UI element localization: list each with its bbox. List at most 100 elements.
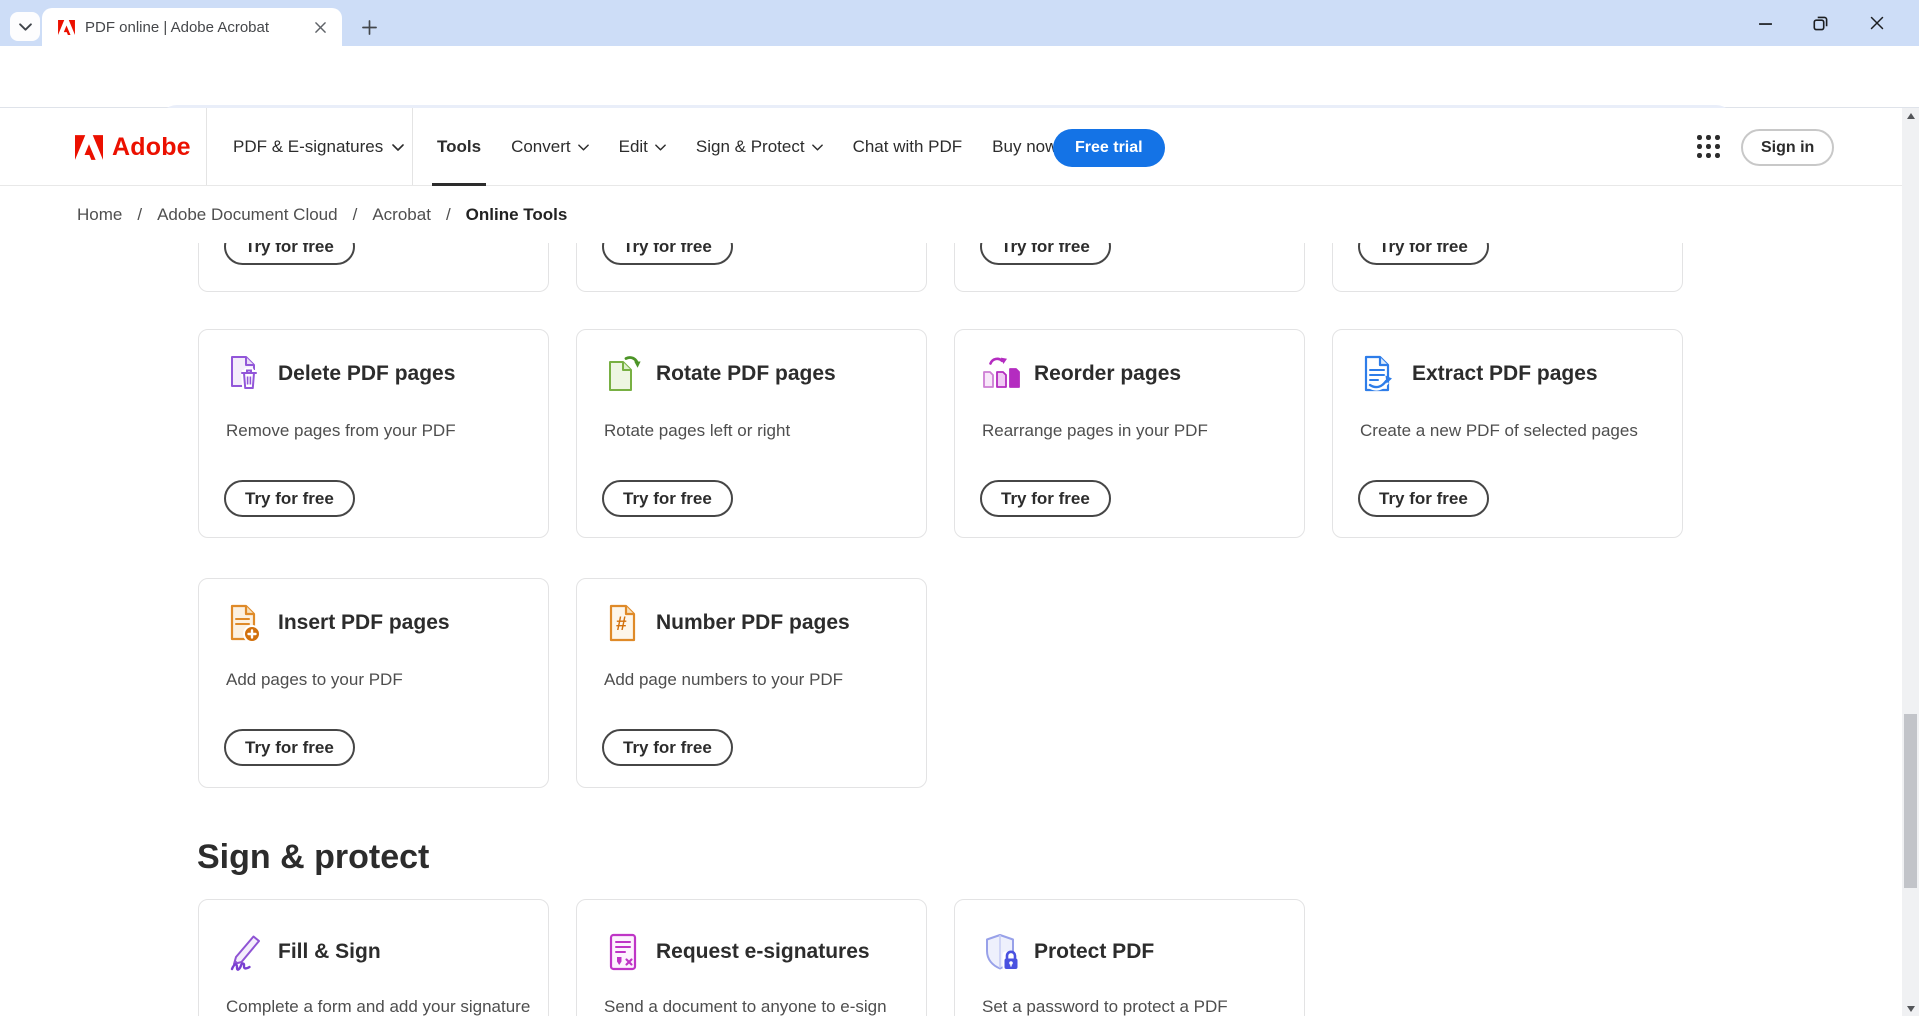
close-icon xyxy=(1870,16,1884,30)
tab-title: PDF online | Adobe Acrobat xyxy=(85,19,310,36)
try-for-free-button[interactable]: Try for free xyxy=(602,243,733,265)
adobe-logo-icon xyxy=(75,135,103,160)
protect-shield-lock-icon xyxy=(981,932,1021,972)
tool-card-number-pdf-pages[interactable]: # Number PDF pages Add page numbers to y… xyxy=(576,578,927,788)
card-description: Set a password to protect a PDF xyxy=(982,997,1228,1016)
card-description: Create a new PDF of selected pages xyxy=(1360,421,1638,441)
tool-card-delete-pdf-pages[interactable]: Delete PDF pages Remove pages from your … xyxy=(198,329,549,538)
tab-search-button[interactable] xyxy=(10,12,40,41)
restore-icon xyxy=(1813,16,1828,31)
new-tab-button[interactable] xyxy=(356,14,382,40)
browser-toolbar: adobe.com/acrobat/online.html xyxy=(0,46,1919,108)
card-title: Rotate PDF pages xyxy=(656,362,836,386)
tool-card-request-e-signatures[interactable]: Request e-signatures Send a document to … xyxy=(576,899,927,1016)
tool-card-clipped[interactable]: Try for free xyxy=(954,243,1305,292)
browser-tab[interactable]: PDF online | Adobe Acrobat xyxy=(42,8,342,46)
tool-card-rotate-pdf-pages[interactable]: Rotate PDF pages Rotate pages left or ri… xyxy=(576,329,927,538)
insert-page-icon xyxy=(225,603,265,643)
tool-card-clipped[interactable]: Try for free xyxy=(1332,243,1683,292)
page-scrollbar[interactable] xyxy=(1902,108,1919,1016)
try-for-free-button[interactable]: Try for free xyxy=(602,480,733,517)
adobe-logo[interactable]: Adobe xyxy=(75,108,191,186)
card-description: Add page numbers to your PDF xyxy=(604,670,843,690)
card-description: Send a document to anyone to e-sign xyxy=(604,997,887,1016)
card-title: Reorder pages xyxy=(1034,362,1181,386)
breadcrumb-home[interactable]: Home xyxy=(77,205,122,225)
try-for-free-button[interactable]: Try for free xyxy=(1358,243,1489,265)
scrollbar-thumb[interactable] xyxy=(1904,714,1917,888)
page-content: Adobe PDF & E-signatures Tools Convert E… xyxy=(0,108,1902,1016)
tool-card-clipped[interactable]: Try for free xyxy=(198,243,549,292)
card-description: Add pages to your PDF xyxy=(226,670,403,690)
main-nav: Tools Convert Edit Sign & Protect Chat w… xyxy=(437,108,1057,186)
try-for-free-button[interactable]: Try for free xyxy=(602,729,733,766)
delete-page-icon xyxy=(225,354,265,394)
nav-item-tools[interactable]: Tools xyxy=(437,108,481,186)
chevron-down-icon xyxy=(19,23,32,31)
try-for-free-button[interactable]: Try for free xyxy=(224,480,355,517)
scroll-up-arrow[interactable] xyxy=(1902,108,1919,123)
extract-page-icon xyxy=(1359,354,1399,394)
breadcrumb-online-tools: Online Tools xyxy=(466,205,568,225)
nav-item-convert[interactable]: Convert xyxy=(511,108,589,186)
breadcrumb: Home / Adobe Document Cloud / Acrobat / … xyxy=(0,186,1902,243)
try-for-free-button[interactable]: Try for free xyxy=(224,243,355,265)
nav-item-edit[interactable]: Edit xyxy=(619,108,666,186)
window-restore-button[interactable] xyxy=(1799,2,1841,44)
adobe-logo-text: Adobe xyxy=(112,133,191,162)
card-description: Complete a form and add your signature xyxy=(226,997,530,1016)
card-head: Reorder pages xyxy=(981,354,1181,394)
product-menu[interactable]: PDF & E-signatures xyxy=(233,108,404,186)
try-for-free-button[interactable]: Try for free xyxy=(224,729,355,766)
card-head: Extract PDF pages xyxy=(1359,354,1598,394)
chevron-down-icon xyxy=(578,144,589,151)
scroll-down-arrow[interactable] xyxy=(1902,1001,1919,1016)
svg-text:#: # xyxy=(616,614,627,635)
tab-close-icon[interactable] xyxy=(310,17,330,37)
card-title: Number PDF pages xyxy=(656,611,850,635)
breadcrumb-acrobat[interactable]: Acrobat xyxy=(372,205,431,225)
nav-item-chat-with-pdf[interactable]: Chat with PDF xyxy=(853,108,963,186)
window-close-button[interactable] xyxy=(1856,2,1898,44)
tab-strip: PDF online | Adobe Acrobat xyxy=(0,0,1919,46)
card-title: Insert PDF pages xyxy=(278,611,450,635)
card-description: Rearrange pages in your PDF xyxy=(982,421,1208,441)
card-description: Rotate pages left or right xyxy=(604,421,790,441)
breadcrumb-adobe-document-cloud[interactable]: Adobe Document Cloud xyxy=(157,205,338,225)
card-head: Rotate PDF pages xyxy=(603,354,836,394)
card-title: Delete PDF pages xyxy=(278,362,455,386)
card-head: Insert PDF pages xyxy=(225,603,450,643)
window-minimize-button[interactable] xyxy=(1744,2,1786,44)
request-esignatures-icon xyxy=(603,932,643,972)
browser-window: PDF online | Adobe Acrobat xyxy=(0,0,1919,1016)
site-header: Adobe PDF & E-signatures Tools Convert E… xyxy=(0,108,1902,186)
tool-card-insert-pdf-pages[interactable]: Insert PDF pages Add pages to your PDF T… xyxy=(198,578,549,788)
chevron-down-icon xyxy=(392,144,404,151)
chevron-down-icon xyxy=(655,144,666,151)
try-for-free-button[interactable]: Try for free xyxy=(1358,480,1489,517)
breadcrumb-separator: / xyxy=(137,205,142,225)
card-head: # Number PDF pages xyxy=(603,603,850,643)
app-launcher-icon[interactable] xyxy=(1697,135,1720,158)
sign-in-button[interactable]: Sign in xyxy=(1741,129,1834,166)
card-head: Request e-signatures xyxy=(603,932,870,972)
card-title: Protect PDF xyxy=(1034,940,1154,964)
card-description: Remove pages from your PDF xyxy=(226,421,456,441)
try-for-free-button[interactable]: Try for free xyxy=(980,480,1111,517)
try-for-free-button[interactable]: Try for free xyxy=(980,243,1111,265)
adobe-favicon xyxy=(58,20,75,35)
card-title: Fill & Sign xyxy=(278,940,381,964)
header-divider xyxy=(412,108,413,185)
tool-card-protect-pdf[interactable]: Protect PDF Set a password to protect a … xyxy=(954,899,1305,1016)
free-trial-button[interactable]: Free trial xyxy=(1053,129,1165,167)
card-head: Delete PDF pages xyxy=(225,354,455,394)
nav-item-sign-protect[interactable]: Sign & Protect xyxy=(696,108,823,186)
tool-card-fill-sign[interactable]: Fill & Sign Complete a form and add your… xyxy=(198,899,549,1016)
tool-card-clipped[interactable]: Try for free xyxy=(576,243,927,292)
section-heading: Sign & protect xyxy=(197,838,429,877)
tool-card-reorder-pages[interactable]: Reorder pages Rearrange pages in your PD… xyxy=(954,329,1305,538)
rotate-page-icon xyxy=(603,354,643,394)
nav-item-buy-now[interactable]: Buy now xyxy=(992,108,1057,186)
chevron-down-icon xyxy=(812,144,823,151)
tool-card-extract-pdf-pages[interactable]: Extract PDF pages Create a new PDF of se… xyxy=(1332,329,1683,538)
